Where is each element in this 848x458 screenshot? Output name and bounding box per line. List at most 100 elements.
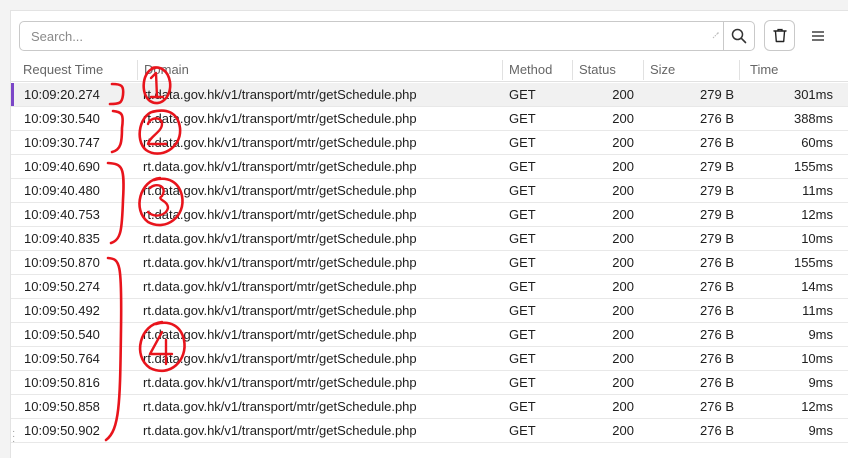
duration-cell: 10ms [801,231,833,246]
request-time-cell: 10:09:40.753 [24,207,100,222]
request-time-cell: 10:09:50.870 [24,255,100,270]
domain-cell: rt.data.gov.hk/v1/transport/mtr/getSched… [143,159,417,174]
table-row[interactable]: 10:09:50.492 rt.data.gov.hk/v1/transport/… [11,299,848,323]
search-input[interactable] [20,22,731,50]
method-cell: GET [509,87,536,102]
network-log-panel: Request Time Domain Method Status Size T… [10,10,848,458]
request-time-cell: 10:09:50.274 [24,279,100,294]
status-cell: 200 [612,135,634,150]
size-cell: 276 B [700,351,734,366]
size-cell: 276 B [700,279,734,294]
status-cell: 200 [612,159,634,174]
column-divider[interactable] [739,60,740,80]
status-cell: 200 [612,399,634,414]
method-cell: GET [509,111,536,126]
table-row[interactable]: 10:09:50.870 rt.data.gov.hk/v1/transport/… [11,251,848,275]
method-cell: GET [509,279,536,294]
table-row[interactable]: 10:09:40.690 rt.data.gov.hk/v1/transport/… [11,155,848,179]
domain-cell: rt.data.gov.hk/v1/transport/mtr/getSched… [143,111,417,126]
table-row[interactable]: 10:09:30.747 rt.data.gov.hk/v1/transport/… [11,131,848,155]
domain-cell: rt.data.gov.hk/v1/transport/mtr/getSched… [143,303,417,318]
size-cell: 279 B [700,231,734,246]
column-header-request-time[interactable]: Request Time [17,58,103,82]
size-cell: 279 B [700,87,734,102]
size-cell: 276 B [700,375,734,390]
request-time-cell: 10:09:30.540 [24,111,100,126]
duration-cell: 9ms [808,327,833,342]
column-header-status[interactable]: Status [573,58,616,82]
request-time-cell: 10:09:40.690 [24,159,100,174]
size-cell: 276 B [700,111,734,126]
size-cell: 276 B [700,303,734,318]
table-row[interactable]: 10:09:40.835 rt.data.gov.hk/v1/transport/… [11,227,848,251]
hamburger-menu-icon [812,31,824,41]
size-cell: 276 B [700,255,734,270]
domain-cell: rt.data.gov.hk/v1/transport/mtr/getSched… [143,135,417,150]
resize-handle[interactable]: · · · [12,427,16,447]
size-cell: 276 B [700,399,734,414]
table-row[interactable]: 10:09:50.816 rt.data.gov.hk/v1/transport/… [11,371,848,395]
request-time-cell: 10:09:50.816 [24,375,100,390]
method-cell: GET [509,231,536,246]
search-button[interactable] [723,21,755,51]
clear-search-icon[interactable] [709,30,721,42]
duration-cell: 14ms [801,279,833,294]
method-cell: GET [509,183,536,198]
method-cell: GET [509,303,536,318]
domain-cell: rt.data.gov.hk/v1/transport/mtr/getSched… [143,375,417,390]
column-header-time[interactable]: Time [744,58,778,82]
status-cell: 200 [612,303,634,318]
search-field[interactable] [19,21,732,51]
domain-cell: rt.data.gov.hk/v1/transport/mtr/getSched… [143,207,417,222]
status-cell: 200 [612,423,634,438]
column-header-size[interactable]: Size [644,58,675,82]
request-time-cell: 10:09:20.274 [24,87,100,102]
status-cell: 200 [612,375,634,390]
table-row[interactable]: 10:09:20.274 rt.data.gov.hk/v1/transport/… [11,83,848,107]
table-row[interactable]: 10:09:30.540 rt.data.gov.hk/v1/transport/… [11,107,848,131]
table-row[interactable]: 10:09:50.540 rt.data.gov.hk/v1/transport/… [11,323,848,347]
duration-cell: 11ms [802,303,833,318]
table-row[interactable]: 10:09:40.753 rt.data.gov.hk/v1/transport/… [11,203,848,227]
domain-cell: rt.data.gov.hk/v1/transport/mtr/getSched… [143,183,417,198]
search-icon [731,28,747,44]
duration-cell: 12ms [801,399,833,414]
status-cell: 200 [612,183,634,198]
duration-cell: 301ms [793,87,833,102]
method-cell: GET [509,423,536,438]
request-time-cell: 10:09:50.764 [24,351,100,366]
method-cell: GET [509,351,536,366]
table-row[interactable]: 10:09:50.764 rt.data.gov.hk/v1/transport/… [11,347,848,371]
status-cell: 200 [612,87,634,102]
duration-cell: 9ms [808,375,833,390]
request-time-cell: 10:09:40.480 [24,183,100,198]
domain-cell: rt.data.gov.hk/v1/transport/mtr/getSched… [143,327,417,342]
status-cell: 200 [612,279,634,294]
table-row[interactable]: 10:09:50.858 rt.data.gov.hk/v1/transport/… [11,395,848,419]
domain-cell: rt.data.gov.hk/v1/transport/mtr/getSched… [143,87,417,102]
domain-cell: rt.data.gov.hk/v1/transport/mtr/getSched… [143,255,417,270]
table-row[interactable]: 10:09:40.480 rt.data.gov.hk/v1/transport/… [11,179,848,203]
domain-cell: rt.data.gov.hk/v1/transport/mtr/getSched… [143,399,417,414]
toolbar [11,11,848,58]
method-cell: GET [509,159,536,174]
domain-cell: rt.data.gov.hk/v1/transport/mtr/getSched… [143,423,417,438]
clear-log-button[interactable] [764,20,795,51]
duration-cell: 388ms [793,111,833,126]
duration-cell: 12ms [801,207,833,222]
trash-icon [772,28,787,43]
table-row[interactable]: 10:09:50.274 rt.data.gov.hk/v1/transport/… [11,275,848,299]
menu-button[interactable] [803,23,833,49]
method-cell: GET [509,207,536,222]
size-cell: 276 B [700,327,734,342]
table-row[interactable]: 10:09:50.902 rt.data.gov.hk/v1/transport/… [11,419,848,443]
status-cell: 200 [612,207,634,222]
size-cell: 276 B [700,423,734,438]
column-header-domain[interactable]: Domain [138,58,189,82]
duration-cell: 60ms [801,135,833,150]
request-time-cell: 10:09:40.835 [24,231,100,246]
method-cell: GET [509,327,536,342]
status-cell: 200 [612,327,634,342]
duration-cell: 155ms [793,255,833,270]
column-header-method[interactable]: Method [503,58,552,82]
